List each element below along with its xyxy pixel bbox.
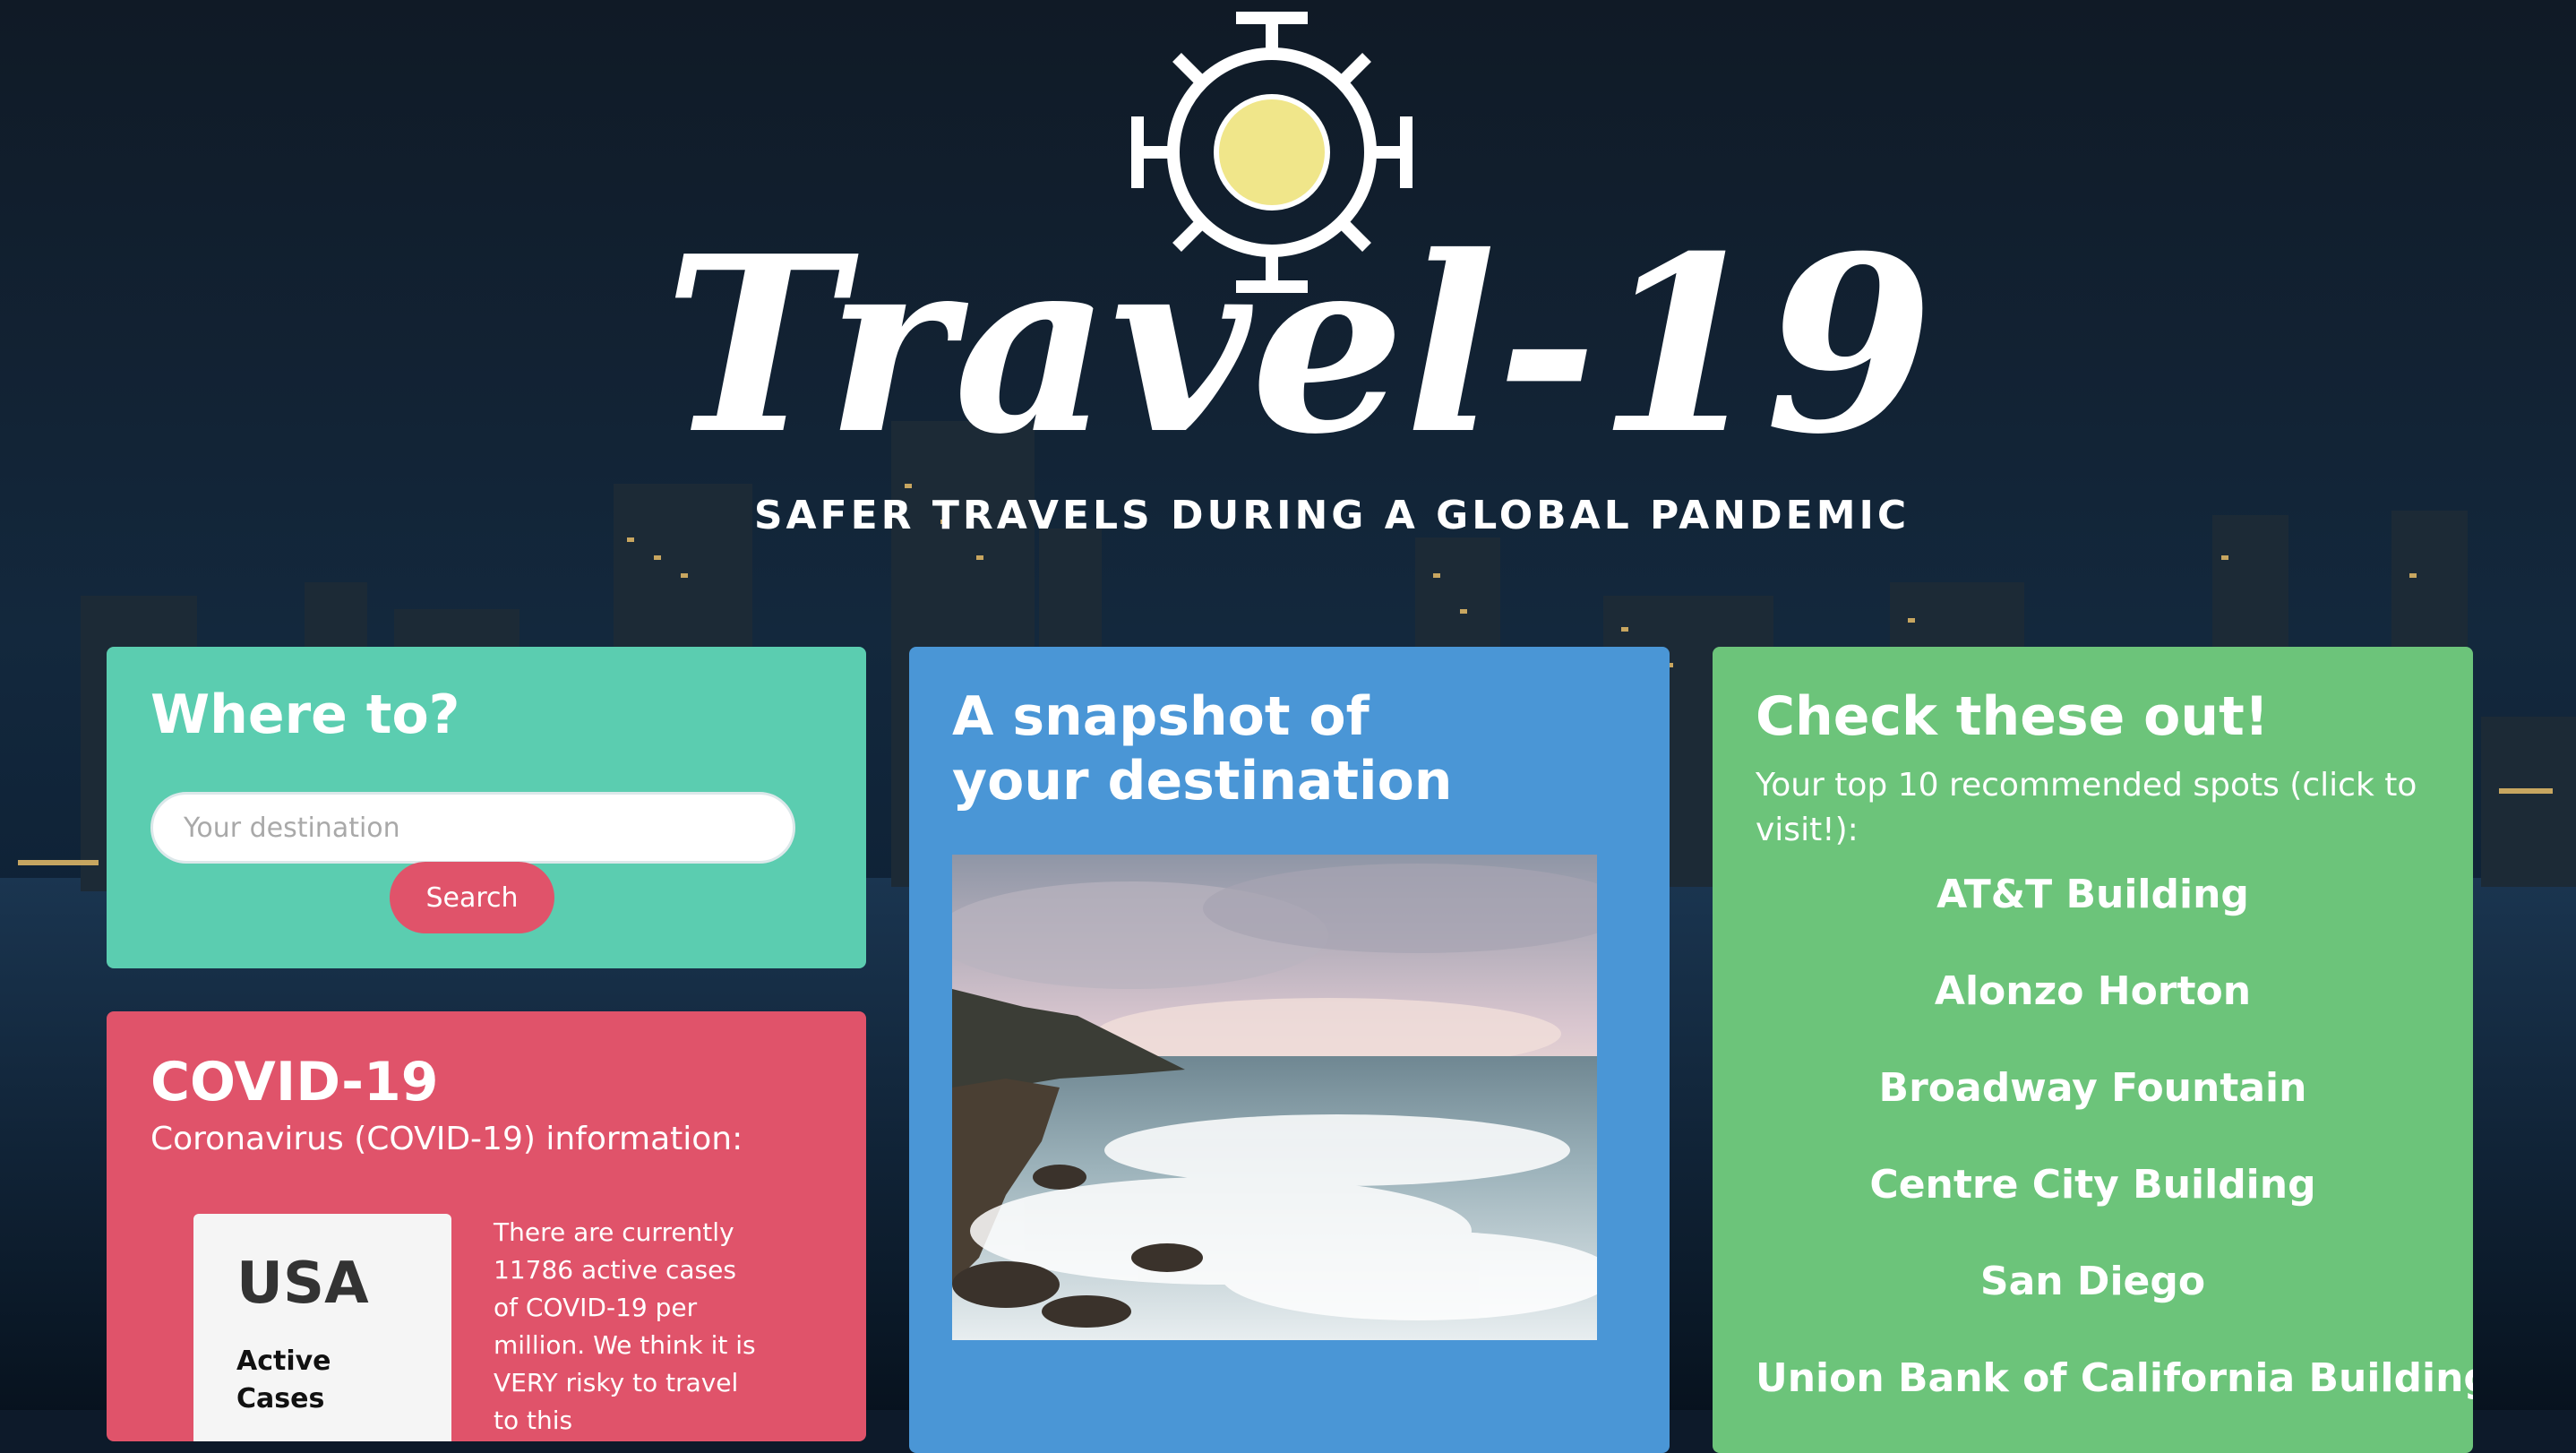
recommendation-item[interactable]: Alonzo Horton (1756, 966, 2430, 1018)
destination-photo (952, 855, 1597, 1340)
recommendations-intro: Your top 10 recommended spots (click to … (1756, 767, 2417, 848)
logo-title: Travel-19 (664, 202, 1934, 487)
snapshot-card-heading: A snapshot of your destination (952, 685, 1453, 812)
covid-card-subheading: Coronavirus (COVID-19) information: (150, 1121, 743, 1157)
search-card-heading: Where to? (150, 684, 460, 746)
country-stats-box: USA Active Cases (193, 1214, 451, 1441)
country-name: USA (236, 1251, 369, 1317)
travel19-logo: Travel-19 SAFER TRAVELS DURING A GLOBAL … (664, 12, 1934, 538)
recommendations-list: AT&T Building Alonzo Horton Broadway Fou… (1756, 869, 2473, 1405)
logo-tagline: SAFER TRAVELS DURING A GLOBAL PANDEMIC (754, 493, 1910, 538)
destination-input[interactable] (150, 792, 795, 864)
destination-search-card: Where to? Search (107, 647, 866, 968)
destination-snapshot-card: A snapshot of your destination (909, 647, 1670, 1453)
recommendation-item[interactable]: Centre City Building (1756, 1159, 2430, 1211)
active-cases-label: Active Cases (236, 1346, 331, 1414)
search-button[interactable]: Search (390, 862, 554, 933)
recommendation-item[interactable]: AT&T Building (1756, 869, 2430, 921)
covid-card-heading: COVID-19 (150, 1051, 439, 1113)
recommendation-item[interactable]: Broadway Fountain (1756, 1062, 2430, 1114)
risk-description: There are currently 11786 active cases o… (494, 1217, 756, 1435)
recommendations-heading: Check these out! (1756, 685, 2270, 748)
recommendation-item[interactable]: San Diego (1756, 1256, 2430, 1308)
recommendations-card: Check these out! Your top 10 recommended… (1713, 647, 2473, 1453)
covid-info-card: COVID-19 Coronavirus (COVID-19) informat… (107, 1011, 866, 1441)
recommendation-item[interactable]: Union Bank of California Building (1756, 1353, 2473, 1405)
